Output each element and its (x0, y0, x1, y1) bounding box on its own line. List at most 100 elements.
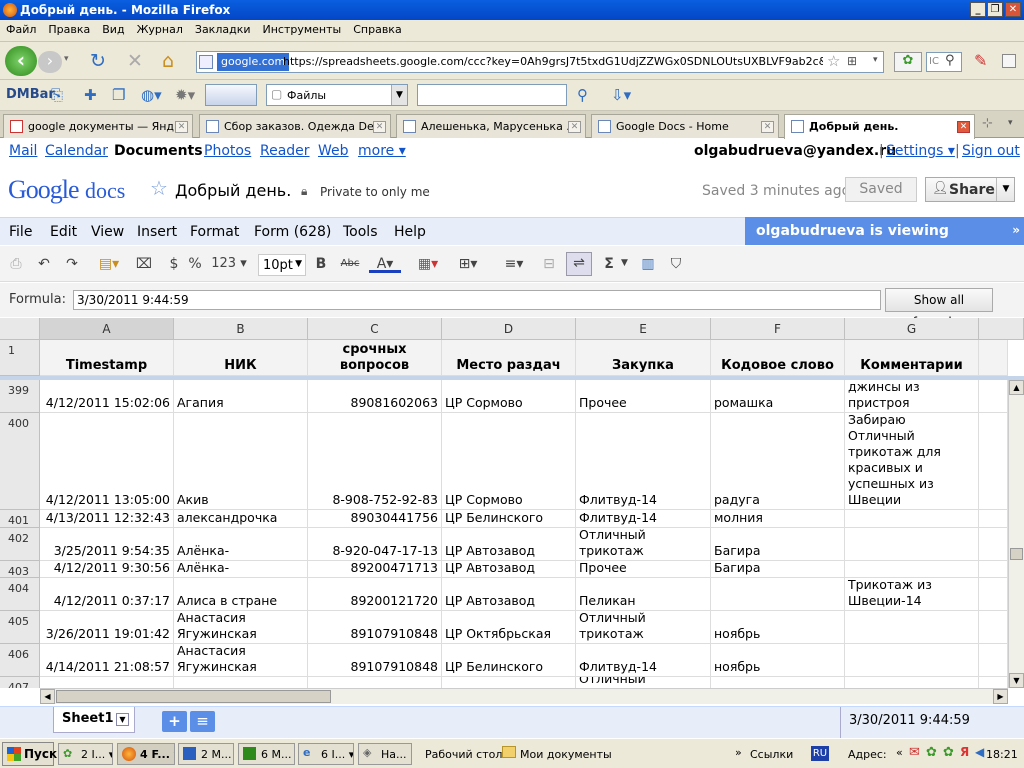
sheet-list-button[interactable]: ≡ (190, 711, 215, 732)
sum-icon[interactable]: Σ (599, 254, 619, 274)
row-header[interactable]: 401 (0, 510, 40, 528)
folder-select[interactable]: ▢ Файлы ▼ (266, 84, 408, 106)
table-cell[interactable]: 89200121720 (308, 578, 442, 611)
wrap-text-icon[interactable]: ⇌ (566, 252, 592, 276)
tab-close-icon[interactable]: ✕ (373, 121, 386, 133)
bold-icon[interactable]: B (311, 254, 331, 274)
table-cell[interactable]: Флитвуд-14 (576, 413, 711, 510)
header-cell[interactable]: Кодовое слово (711, 340, 845, 376)
table-cell[interactable]: Отличный (576, 677, 711, 688)
table-cell[interactable]: 4/14/2011 21:08:57 (40, 644, 174, 677)
table-cell[interactable]: Забираю Отличный трикотаж для красивых и… (845, 413, 979, 510)
link-photos[interactable]: Photos (204, 143, 251, 159)
globe-icon[interactable]: ◍▾ (141, 86, 162, 104)
windows-icon[interactable]: ❐ (112, 86, 125, 104)
table-cell[interactable]: 89107910848 (308, 644, 442, 677)
share-button[interactable]: 👤︎ Share ▼ (925, 177, 1015, 202)
table-cell[interactable]: 4/12/2011 0:37:17 (40, 578, 174, 611)
table-cell[interactable]: 89081602063 (308, 380, 442, 413)
tab-close-icon[interactable]: ✕ (957, 121, 970, 133)
forward-dropdown-icon[interactable]: ▾ (64, 54, 69, 64)
tab-yandex[interactable]: google документы — Янд... ✕ (3, 114, 193, 138)
table-cell[interactable] (979, 340, 1008, 376)
table-cell[interactable] (174, 677, 308, 688)
tab-orders[interactable]: Сбор заказов. Одежда De... ✕ (199, 114, 391, 138)
horizontal-scrollbar[interactable]: ◀ ▶ (40, 688, 1008, 704)
tray-mail-icon[interactable]: ✉ (909, 745, 920, 760)
table-cell[interactable]: ноябрь (711, 644, 845, 677)
row-header[interactable]: 407 (0, 677, 40, 688)
table-cell[interactable] (711, 578, 845, 611)
table-cell[interactable]: 8-908-752-92-83 (308, 413, 442, 510)
link-calendar[interactable]: Calendar (45, 143, 108, 159)
table-cell[interactable]: Флитвуд-14 (576, 644, 711, 677)
chevron-down-icon[interactable]: ▼ (295, 259, 302, 269)
add-icon[interactable]: ✚ (84, 86, 97, 104)
header-cell[interactable]: Место раздач (442, 340, 576, 376)
table-cell[interactable]: джинсы из пристроя (845, 380, 979, 413)
mydocs-link[interactable]: Мои документы (520, 748, 612, 761)
link-reader[interactable]: Reader (260, 143, 310, 159)
table-cell[interactable]: 4/12/2011 15:02:06 (40, 380, 174, 413)
table-cell[interactable]: 89200471713 (308, 561, 442, 578)
table-cell[interactable]: Прочее (576, 380, 711, 413)
row-header[interactable]: 405 (0, 611, 40, 644)
table-cell[interactable]: Агапия (174, 380, 308, 413)
table-cell[interactable]: ЦР Автозавод (442, 578, 576, 611)
scroll-left-icon[interactable]: ◀ (40, 689, 55, 704)
table-cell[interactable] (711, 677, 845, 688)
table-cell[interactable] (979, 578, 1008, 611)
table-cell[interactable]: Акив (174, 413, 308, 510)
chevron-down-icon[interactable]: ▼ (996, 178, 1015, 201)
back-button[interactable]: ‹ (5, 46, 37, 76)
tab-close-icon[interactable]: ✕ (761, 121, 774, 133)
table-cell[interactable] (442, 677, 576, 688)
addon-icon-2[interactable] (1002, 54, 1016, 68)
table-cell[interactable] (979, 413, 1008, 510)
merge-icon[interactable]: ⊟ (539, 254, 559, 274)
table-cell[interactable]: ЦР Сормово (442, 413, 576, 510)
number-format-button[interactable]: 123 ▾ (211, 254, 247, 274)
filter-icon[interactable]: ⛉ (666, 254, 686, 274)
menu-bookmarks[interactable]: Закладки (189, 20, 257, 36)
language-indicator[interactable]: RU (811, 746, 829, 761)
menu-edit[interactable]: Правка (42, 20, 96, 36)
table-cell[interactable]: 3/25/2011 9:54:35 (40, 528, 174, 561)
table-cell[interactable]: ЦР Октябрьская (442, 611, 576, 644)
table-cell[interactable]: 8-920-047-17-13 (308, 528, 442, 561)
desktop-link[interactable]: Рабочий стол (425, 748, 502, 761)
column-d-header[interactable]: D (442, 318, 576, 340)
dmbar-search-input[interactable] (417, 84, 567, 106)
table-cell[interactable] (979, 528, 1008, 561)
new-tab-icon[interactable]: ⊹ (982, 116, 993, 131)
table-cell[interactable]: Пеликан (576, 578, 711, 611)
close-icon[interactable]: ✕ (1005, 2, 1021, 17)
table-cell[interactable] (845, 611, 979, 644)
strikethrough-icon[interactable]: Abc (340, 254, 360, 274)
table-cell[interactable]: Анастасия Ягужинская (174, 644, 308, 677)
column-h-header[interactable] (979, 318, 1024, 340)
paste-icon[interactable]: ▤▾ (93, 254, 125, 274)
scroll-thumb[interactable] (1010, 548, 1023, 560)
redo-icon[interactable]: ↷ (62, 254, 82, 274)
add-sheet-button[interactable]: + (162, 711, 187, 732)
feed-icon[interactable]: ⊞ (847, 54, 857, 68)
font-size-select[interactable]: 10pt ▼ (258, 254, 306, 276)
table-cell[interactable]: Прочее (576, 561, 711, 578)
percent-button[interactable]: % (185, 254, 205, 274)
tray-icq-icon-2[interactable]: ✿ (943, 745, 954, 760)
chevron-down-icon[interactable]: ▼ (391, 85, 407, 105)
header-cell[interactable]: Комментарии (845, 340, 979, 376)
table-cell[interactable]: Флитвуд-14 (576, 510, 711, 528)
column-g-header[interactable]: G (845, 318, 979, 340)
table-cell[interactable]: ЦР Белинского (442, 510, 576, 528)
viewing-banner[interactable]: olgabudrueva is viewing » (745, 217, 1024, 245)
dmbar-label[interactable]: DMBar (6, 87, 55, 102)
dmbar-hand-button[interactable] (205, 84, 257, 106)
menu-insert[interactable]: Insert (137, 218, 177, 240)
maximize-icon[interactable]: ❐ (987, 2, 1003, 17)
table-cell[interactable] (979, 677, 1008, 688)
table-cell[interactable] (845, 561, 979, 578)
table-cell[interactable]: ЦР Автозавод (442, 561, 576, 578)
table-cell[interactable]: 89030441756 (308, 510, 442, 528)
